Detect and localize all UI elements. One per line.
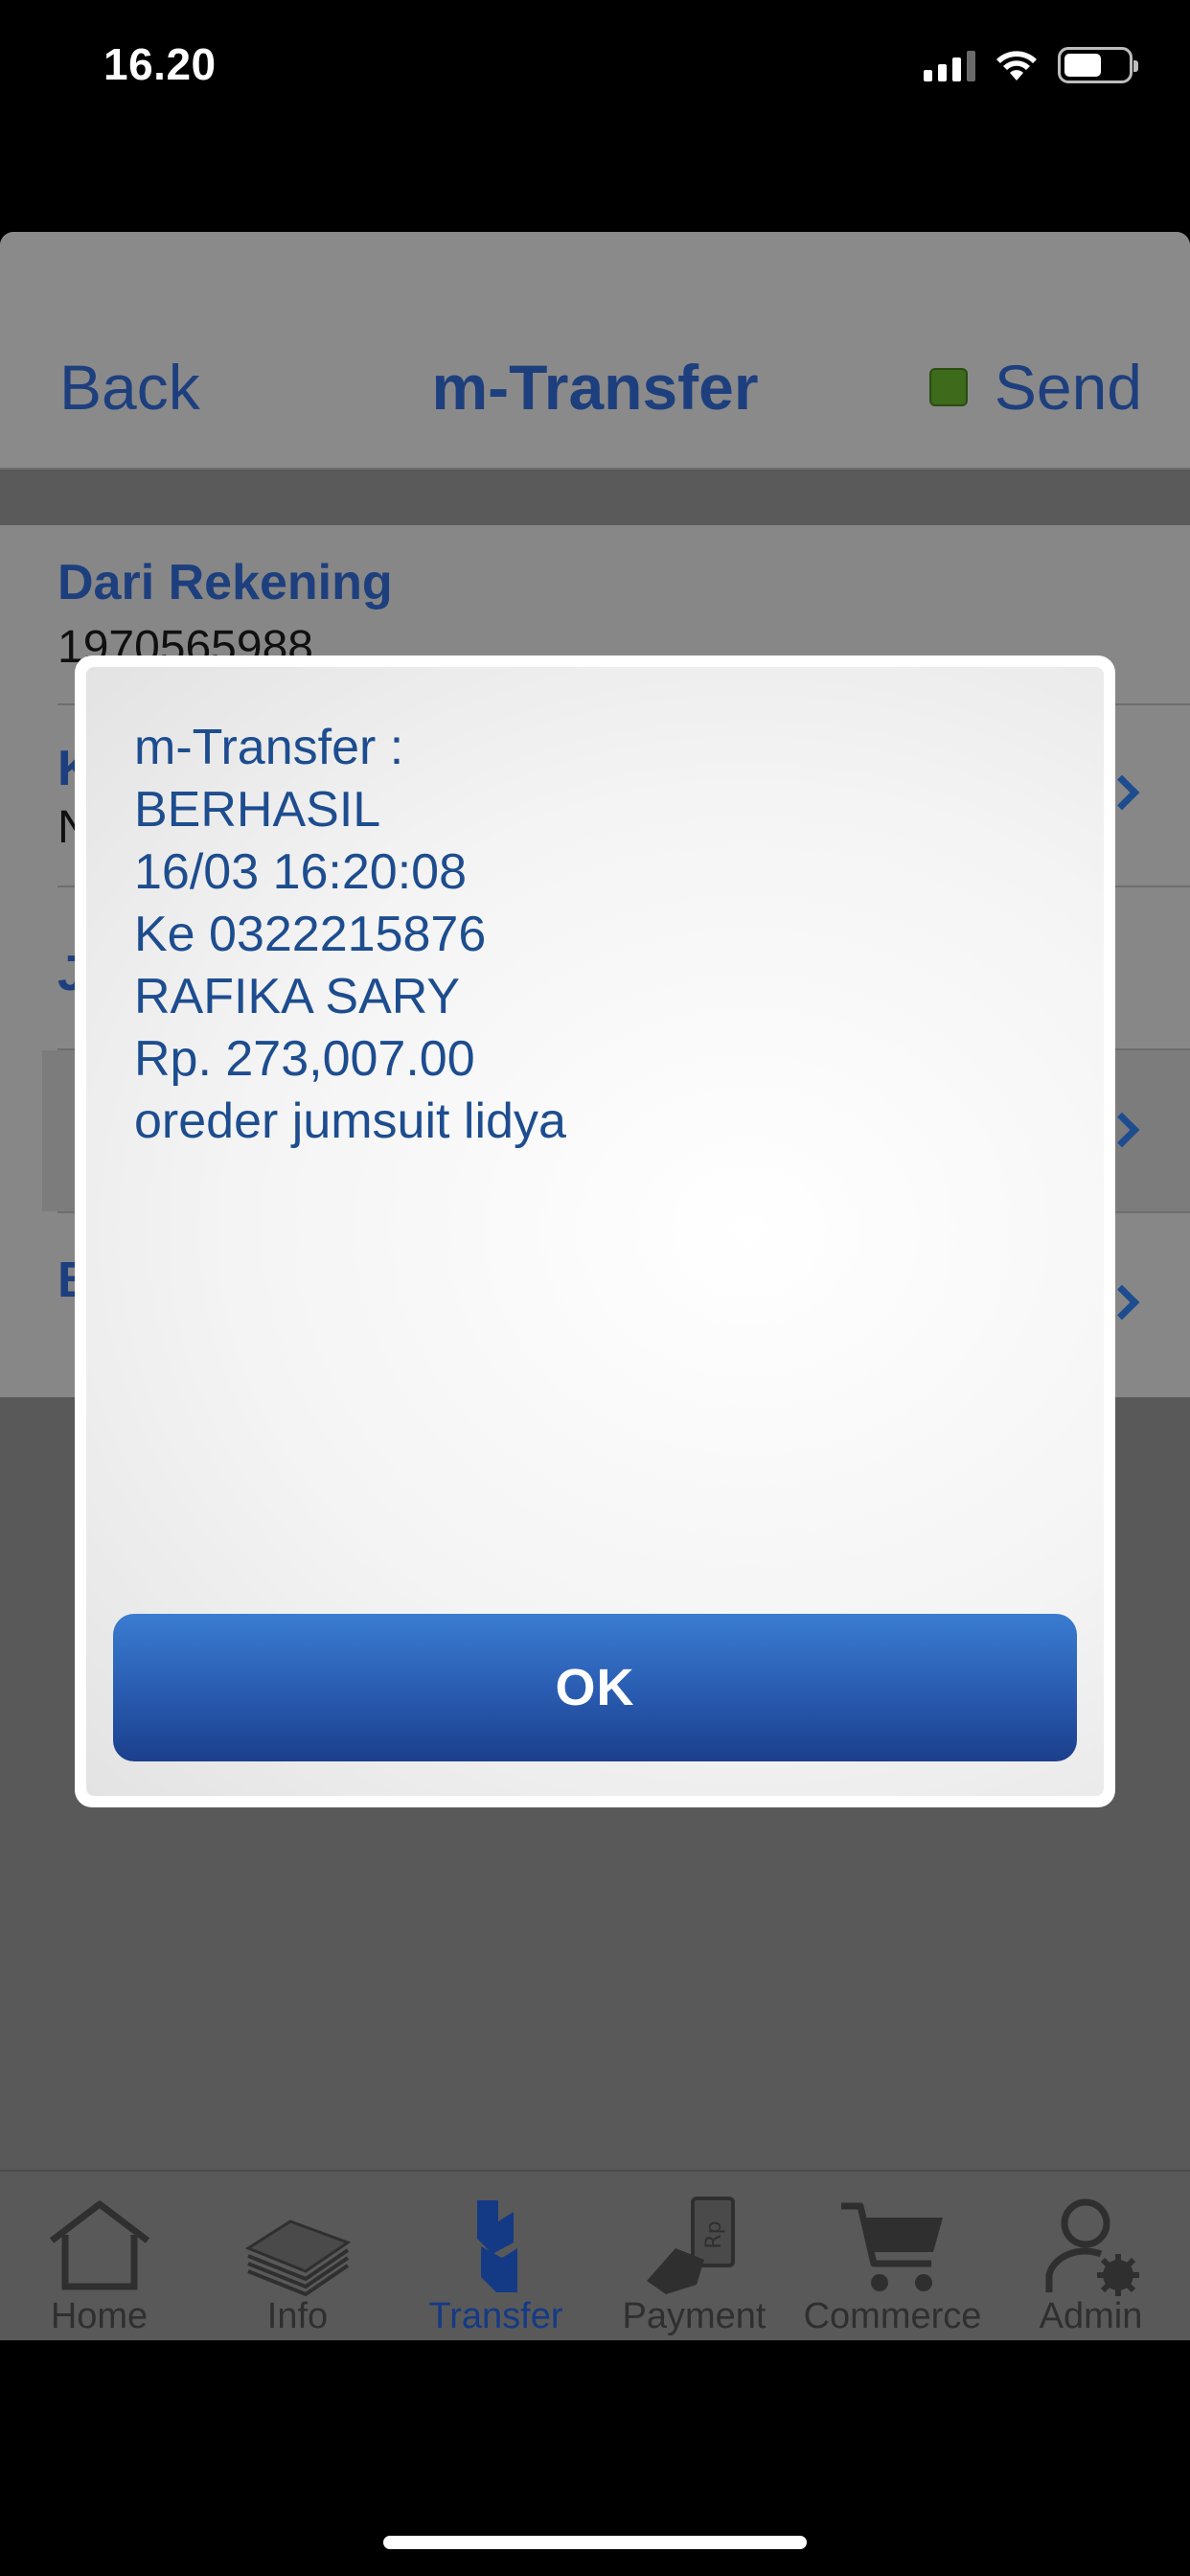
message-line: oreder jumsuit lidya xyxy=(134,1093,566,1149)
home-icon xyxy=(49,2200,149,2290)
tab-label: Admin xyxy=(1039,2296,1143,2336)
tab-transfer[interactable]: Transfer xyxy=(397,2172,595,2340)
send-status-indicator xyxy=(928,368,968,406)
tab-payment[interactable]: Rp Payment xyxy=(595,2172,793,2340)
message-line: m-Transfer : xyxy=(134,720,404,775)
admin-user-gear-icon xyxy=(1045,2198,1139,2296)
home-indicator[interactable] xyxy=(383,2536,807,2549)
svg-text:Rp: Rp xyxy=(702,2220,726,2248)
message-line: Rp. 273,007.00 xyxy=(134,1031,475,1087)
send-button[interactable]: Send xyxy=(928,351,1142,424)
tab-label: Commerce xyxy=(803,2296,982,2336)
cart-icon xyxy=(840,2202,943,2291)
tab-label: Transfer xyxy=(428,2296,563,2336)
tab-commerce[interactable]: Commerce xyxy=(793,2172,992,2340)
message-line: 16/03 16:20:08 xyxy=(134,844,467,900)
tab-info[interactable]: Info xyxy=(198,2172,397,2340)
tab-label: Info xyxy=(266,2296,329,2336)
form-row-label: Dari Rekening xyxy=(57,555,393,610)
tab-label: Home xyxy=(50,2296,149,2336)
tab-bar: Home Info Transfer Rp Payment Commerce A… xyxy=(0,2170,1190,2340)
dialog-message: m-Transfer : BERHASIL 16/03 16:20:08 Ke … xyxy=(134,717,566,1153)
status-icons xyxy=(924,44,1138,86)
navigation-bar: Back m-Transfer Send xyxy=(0,232,1190,470)
tab-label: Payment xyxy=(622,2296,767,2336)
status-time: 16.20 xyxy=(103,39,217,89)
send-label: Send xyxy=(994,352,1142,423)
dialog-body: m-Transfer : BERHASIL 16/03 16:20:08 Ke … xyxy=(86,667,1104,1796)
transfer-icon xyxy=(476,2200,517,2292)
battery-icon xyxy=(1058,47,1138,83)
cellular-signal-icon xyxy=(924,49,975,81)
payment-hand-icon: Rp xyxy=(646,2196,735,2294)
section-spacer xyxy=(0,472,1190,525)
tab-admin[interactable]: Admin xyxy=(992,2172,1190,2340)
message-line: BERHASIL xyxy=(134,782,381,838)
ok-button[interactable]: OK xyxy=(113,1614,1077,1761)
result-dialog: m-Transfer : BERHASIL 16/03 16:20:08 Ke … xyxy=(75,656,1115,1807)
tab-home[interactable]: Home xyxy=(0,2172,198,2340)
wifi-icon xyxy=(996,51,1037,80)
status-bar: 16.20 xyxy=(0,0,1190,134)
message-line: RAFIKA SARY xyxy=(134,969,461,1024)
info-stack-icon xyxy=(244,2220,351,2297)
message-line: Ke 0322215876 xyxy=(134,907,487,962)
